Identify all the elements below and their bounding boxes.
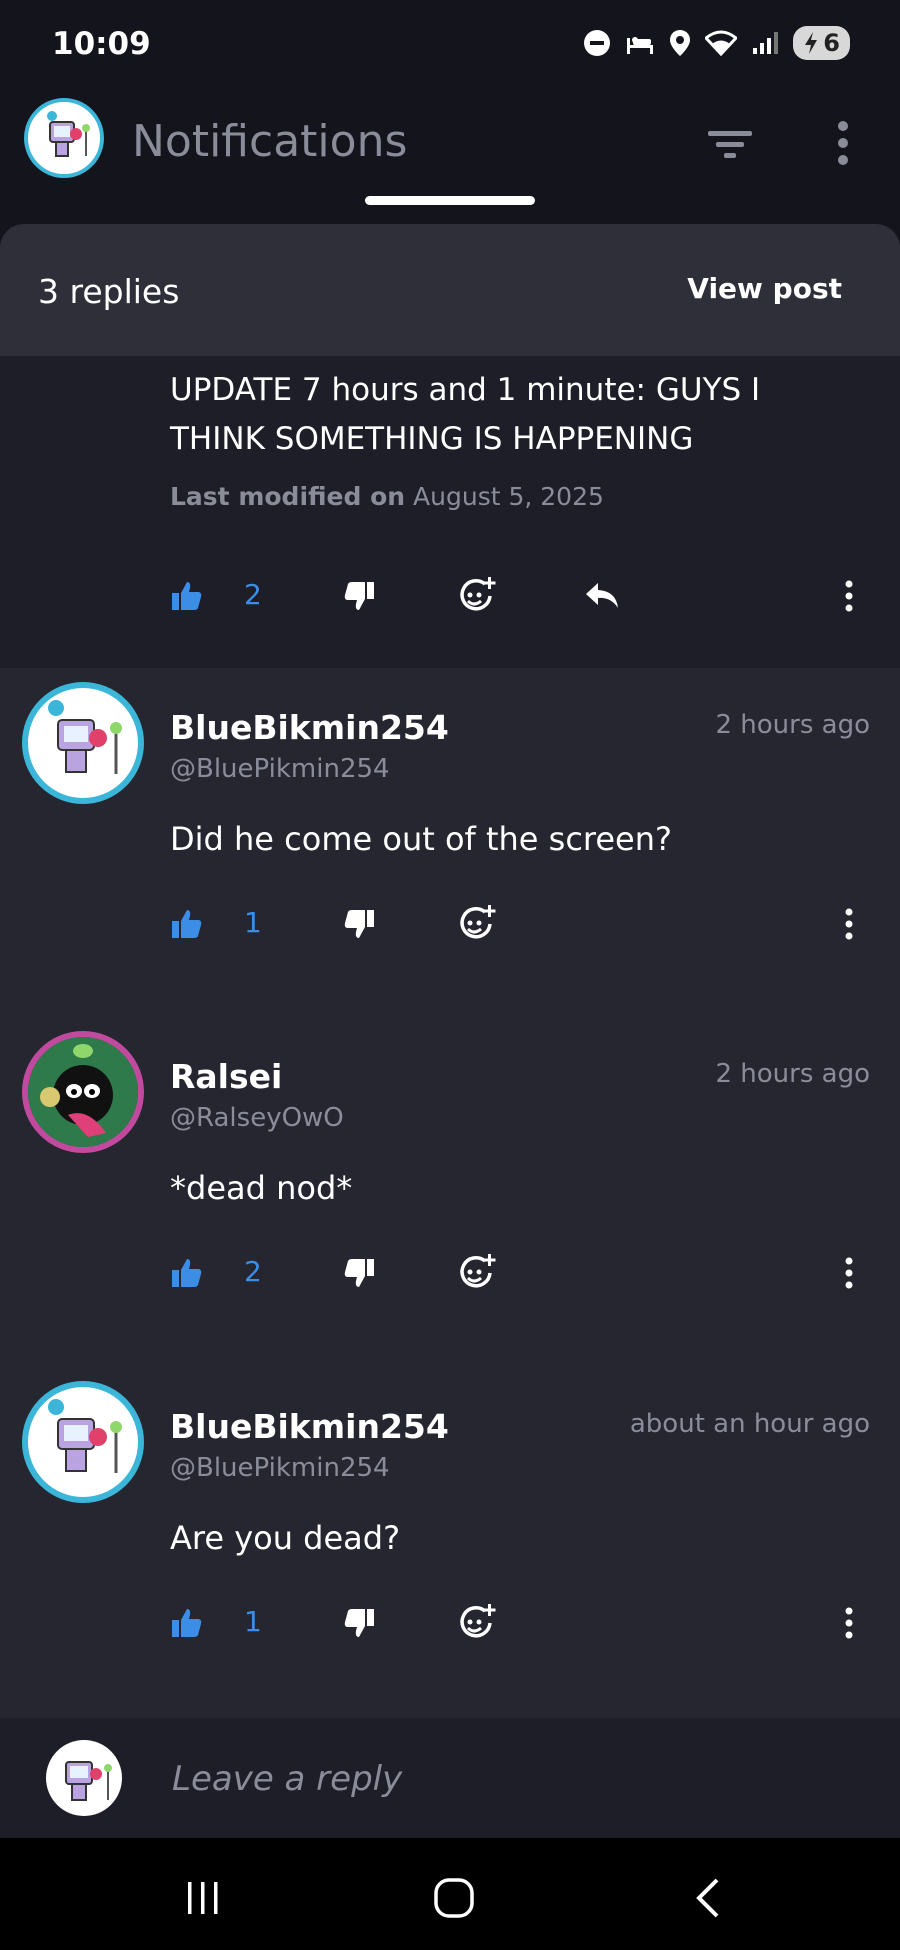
comment-author-handle: @BluePikmin254 [170,754,390,784]
app-bar: Notifications [0,90,900,200]
reply-icon [586,583,618,608]
more-vert-icon [845,1257,853,1289]
more-options-button[interactable] [842,1243,856,1303]
like-count: 1 [244,906,262,939]
status-bar: 10:09 6 [0,0,900,90]
sheet-header: 3 replies View post [0,224,900,356]
status-icons: 6 [583,26,850,60]
status-time: 10:09 [52,26,151,62]
filter-icon [708,131,752,158]
last-modified-label: Last modified on [170,482,406,511]
avatar[interactable] [24,98,104,178]
more-options-button[interactable] [828,118,858,168]
comment-actions: 1 [0,894,900,954]
home-button[interactable] [424,1868,484,1928]
comment-author-name[interactable]: BlueBikmin254 [170,708,449,747]
comment-item: Ralsei @RalseyOwO 2 hours ago *dead nod*… [0,1017,900,1367]
dislike-button[interactable] [342,566,376,626]
comment-author-handle: @BluePikmin254 [170,1453,390,1483]
post-actions: 2 [0,566,900,626]
comment-item: BlueBikmin254 @BluePikmin254 2 hours ago… [0,668,900,1018]
battery-charging-icon [805,32,818,54]
comment-item: BlueBikmin254 @BluePikmin254 about an ho… [0,1367,900,1717]
recent-apps-button[interactable] [173,1868,233,1928]
last-modified-date: August 5, 2025 [413,482,604,511]
reply-bar [0,1718,900,1838]
more-options-button[interactable] [842,894,856,954]
add-reaction-icon [460,577,496,611]
filter-button[interactable] [705,120,755,170]
add-reaction-button[interactable] [458,566,498,626]
like-count: 1 [244,1605,262,1638]
add-reaction-button[interactable] [458,894,498,954]
comment-text: *dead nod* [170,1169,353,1207]
avatar[interactable] [22,1381,144,1503]
wifi-icon [705,30,738,56]
avatar[interactable] [22,1031,144,1153]
bed-icon [625,30,655,56]
more-vert-icon [838,121,848,165]
add-reaction-button[interactable] [458,1593,498,1653]
comment-author-handle: @RalseyOwO [170,1103,344,1133]
like-button[interactable] [170,1243,204,1303]
like-count: 2 [244,1255,262,1288]
comment-actions: 2 [0,1243,900,1303]
comment-text: Did he come out of the screen? [170,820,672,858]
do-not-disturb-icon [583,29,611,57]
thumbs-down-icon [344,582,374,610]
avatar[interactable] [22,682,144,804]
more-options-button[interactable] [842,1593,856,1653]
thumbs-up-icon [172,582,202,610]
thumbs-down-icon [344,1259,374,1287]
post-text: UPDATE 7 hours and 1 minute: GUYS I THIN… [170,372,761,457]
battery-indicator: 6 [793,26,850,60]
reply-button[interactable] [584,566,620,626]
system-navigation-bar [0,1838,900,1950]
thumbs-up-icon [172,1259,202,1287]
dislike-button[interactable] [342,1243,376,1303]
add-reaction-icon [460,1604,496,1638]
like-count: 2 [244,578,262,611]
location-icon [669,29,691,57]
last-modified: Last modified on August 5, 2025 [170,482,604,511]
add-reaction-button[interactable] [458,1243,498,1303]
like-button[interactable] [170,894,204,954]
recent-apps-icon [188,1882,218,1914]
avatar [46,1740,122,1816]
thumbs-up-icon [172,1609,202,1637]
sheet-drag-handle[interactable] [365,196,535,205]
reply-input[interactable] [170,1748,854,1810]
dislike-button[interactable] [342,1593,376,1653]
comment-author-name[interactable]: Ralsei [170,1057,282,1096]
back-button[interactable] [678,1868,738,1928]
view-post-button[interactable]: View post [687,272,842,305]
dislike-button[interactable] [342,894,376,954]
thumbs-down-icon [344,1609,374,1637]
comment-author-name[interactable]: BlueBikmin254 [170,1407,449,1446]
thumbs-up-icon [172,910,202,938]
like-button[interactable] [170,1593,204,1653]
comment-timestamp: about an hour ago [629,1409,870,1439]
add-reaction-icon [460,1254,496,1288]
replies-count: 3 replies [38,272,180,311]
page-title: Notifications [132,116,408,167]
more-vert-icon [845,1607,853,1639]
replies-sheet: 3 replies View post UPDATE 7 hours and 1… [0,224,900,1838]
comment-timestamp: 2 hours ago [715,710,870,740]
signal-icon [751,30,779,56]
parent-post: UPDATE 7 hours and 1 minute: GUYS I THIN… [0,356,900,668]
comment-timestamp: 2 hours ago [715,1059,870,1089]
comment-actions: 1 [0,1593,900,1653]
more-options-button[interactable] [842,566,856,626]
battery-level: 6 [823,29,840,57]
add-reaction-icon [460,905,496,939]
more-vert-icon [845,908,853,940]
like-button[interactable] [170,566,204,626]
comment-text: Are you dead? [170,1519,401,1557]
thumbs-down-icon [344,910,374,938]
back-icon [696,1878,719,1918]
home-icon [434,1878,474,1918]
more-vert-icon [845,580,853,612]
